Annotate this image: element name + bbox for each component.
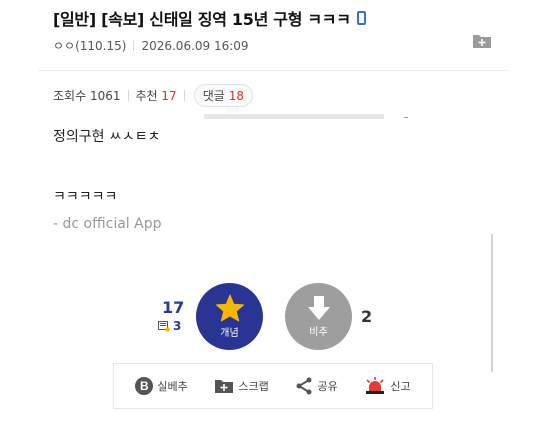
author-ip: (110.15) bbox=[75, 38, 127, 53]
header-divider bbox=[38, 70, 508, 71]
scrap-label: 스크랩 bbox=[238, 380, 269, 393]
app-signature: - dc official App bbox=[53, 216, 162, 232]
comment-button[interactable]: 댓글 18 bbox=[193, 84, 254, 107]
meta-separator bbox=[133, 40, 135, 51]
upvote-label: 개념 bbox=[220, 328, 239, 339]
upvote-count: 17 bbox=[162, 298, 185, 317]
fix-count: 3 bbox=[173, 319, 182, 333]
comment-count: 18 bbox=[228, 88, 245, 103]
fix-icon bbox=[158, 320, 170, 332]
fix-count-row: 3 bbox=[158, 319, 181, 333]
author-name[interactable]: ㅇㅇ bbox=[53, 37, 75, 54]
views-label: 조회수 bbox=[53, 89, 87, 103]
upvote-button[interactable]: 개념 bbox=[196, 283, 263, 350]
folder-plus-icon[interactable] bbox=[472, 33, 492, 49]
views-count: 1061 bbox=[89, 88, 121, 103]
post-title-row: [일반] [속보] 신태일 징역 15년 구형 ㅋㅋㅋ bbox=[53, 6, 508, 30]
share-bar: B 실베추 스크랩 공유 신고 bbox=[113, 363, 433, 409]
downvote-button[interactable]: 비추 bbox=[285, 283, 352, 350]
scrap-icon bbox=[215, 380, 234, 393]
post-content: 정의구현 ㅆㅅㅌㅊ ㅋㅋㅋㅋㅋ - dc official App bbox=[53, 126, 162, 232]
best-recommend-button[interactable]: B 실베추 bbox=[135, 377, 188, 395]
loading-bar bbox=[204, 114, 384, 119]
comment-label: 댓글 bbox=[202, 89, 225, 103]
stats-separator bbox=[183, 90, 185, 101]
report-label: 신고 bbox=[390, 380, 411, 393]
post-title: [일반] [속보] 신태일 징역 15년 구형 ㅋㅋㅋ bbox=[53, 10, 351, 29]
down-arrow-icon bbox=[307, 296, 330, 320]
star-icon bbox=[215, 294, 244, 322]
share-button[interactable]: 공유 bbox=[295, 377, 338, 395]
content-text: 정의구현 ㅆㅅㅌㅊ bbox=[53, 129, 161, 145]
share-label: 공유 bbox=[317, 380, 338, 393]
b-icon: B bbox=[135, 377, 154, 395]
content-text: ㅋㅋㅋㅋㅋ bbox=[53, 189, 118, 205]
downvote-label: 비추 bbox=[309, 327, 328, 338]
post-meta: ㅇㅇ (110.15) 2026.06.09 16:09 bbox=[53, 37, 508, 54]
downvote-count: 2 bbox=[361, 307, 373, 326]
recommend-label: 추천 bbox=[135, 89, 158, 103]
post-date: 2026.06.09 16:09 bbox=[141, 38, 249, 53]
siren-icon bbox=[366, 377, 385, 394]
report-button[interactable]: 신고 bbox=[364, 377, 411, 395]
vote-area: 17 3 개념 비추 2 bbox=[0, 280, 542, 350]
best-recommend-label: 실베추 bbox=[157, 380, 188, 393]
post-stats: 조회수 1061 추천 17 댓글 18 bbox=[53, 84, 254, 107]
scrap-button[interactable]: 스크랩 bbox=[214, 378, 269, 394]
recommend-count: 17 bbox=[161, 88, 177, 103]
share-icon bbox=[296, 377, 312, 395]
post-header: [일반] [속보] 신태일 징역 15년 구형 ㅋㅋㅋ ㅇㅇ (110.15) … bbox=[53, 6, 508, 54]
dash-mark bbox=[404, 117, 408, 118]
phone-icon bbox=[356, 11, 366, 25]
stats-separator bbox=[127, 90, 129, 101]
